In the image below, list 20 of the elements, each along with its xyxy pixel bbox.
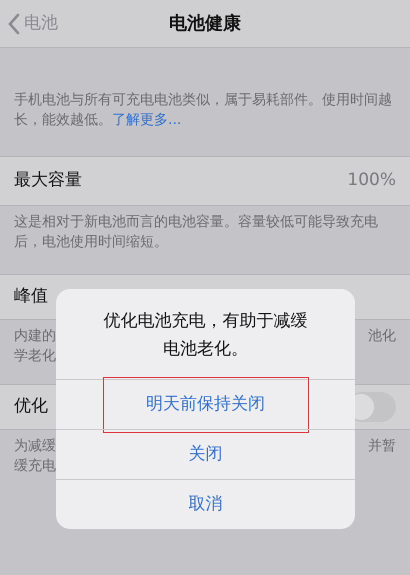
row-label: 优化 bbox=[14, 395, 48, 418]
footer-text: 池化 bbox=[368, 327, 396, 346]
footer-text: 为减缓 bbox=[14, 437, 56, 456]
footer-text: 并暂 bbox=[368, 437, 396, 456]
footer-text: 这是相对于新电池而言的电池容量。容量较低可能导致充电后，电池使用时间缩短。 bbox=[13, 213, 379, 252]
learn-more-link[interactable]: 了解更多... bbox=[112, 112, 182, 128]
row-label: 最大容量 bbox=[14, 169, 82, 192]
footer-text: 手机电池与所有可充电电池类似，属于易耗部件。使用时间越长，能效越低。了解更多... bbox=[13, 91, 393, 130]
row-value: 100% bbox=[347, 169, 396, 192]
footer-text: 内建的 bbox=[14, 327, 56, 346]
dialog-action[interactable]: 明天前保持关闭 bbox=[56, 380, 355, 429]
row-label: 峰值 bbox=[14, 285, 48, 308]
page-title: 电池健康 bbox=[168, 12, 242, 36]
chevron-left-icon bbox=[8, 12, 20, 34]
back-button[interactable]: 电池 bbox=[0, 10, 58, 36]
dialog-message: 优化电池充电，有助于减缓电池老化。 bbox=[102, 310, 308, 361]
dialog-action[interactable]: 取消 bbox=[56, 480, 355, 529]
footer-text: 学老化 bbox=[14, 347, 56, 366]
dialog-action[interactable]: 关闭 bbox=[56, 430, 355, 479]
footer-text: 缓充电 bbox=[14, 457, 56, 476]
